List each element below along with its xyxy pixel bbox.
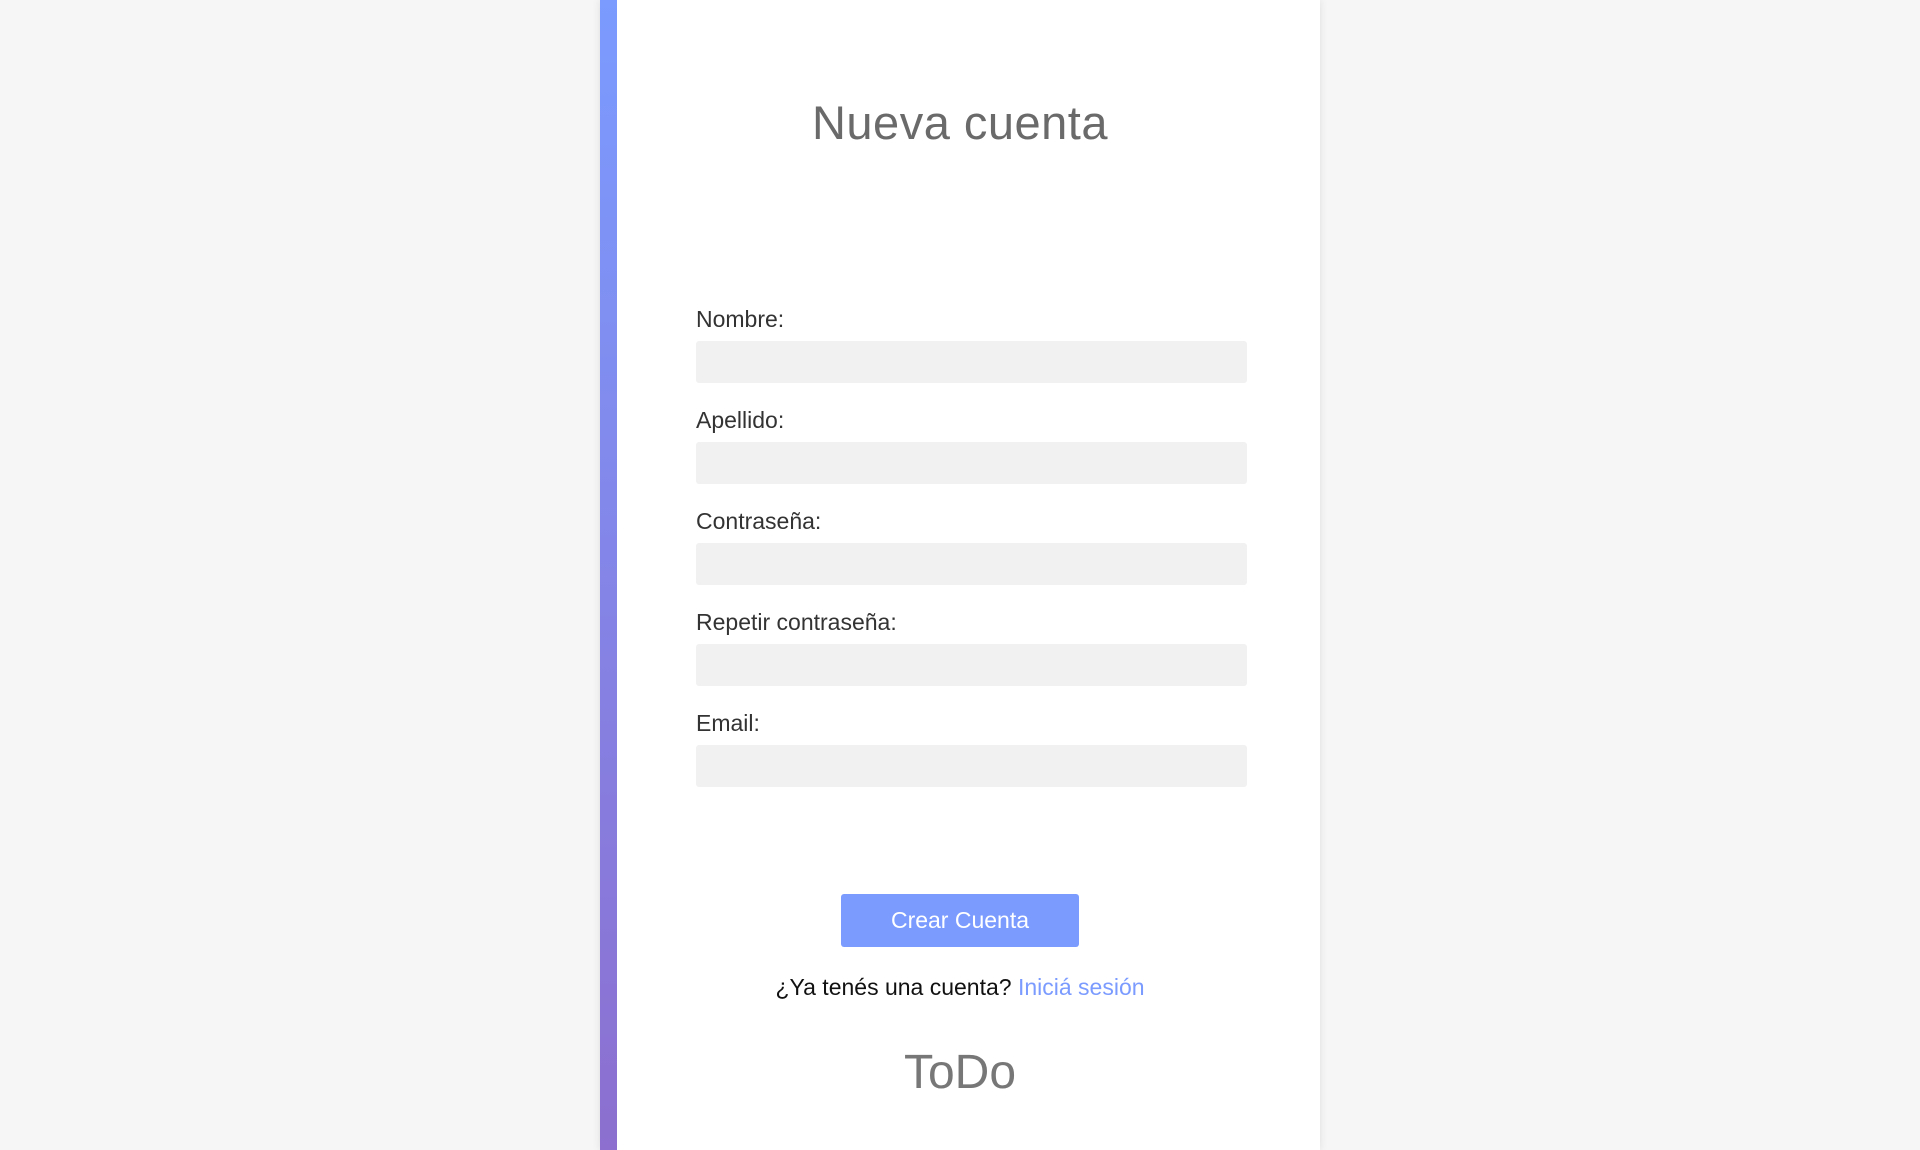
email-input[interactable] (696, 745, 1247, 787)
email-label: Email: (696, 710, 760, 736)
signup-card: Nueva cuenta Nombre: Apellido: Contraseñ… (600, 0, 1320, 1150)
field-contrasena: Contraseña: (696, 507, 1247, 585)
crear-cuenta-button[interactable]: Crear Cuenta (841, 894, 1079, 947)
field-repetir-contrasena: Repetir contraseña: (696, 608, 1247, 686)
field-nombre: Nombre: (696, 305, 1247, 383)
field-email: Email: (696, 709, 1247, 787)
login-prompt-text: ¿Ya tenés una cuenta? (775, 974, 1018, 1000)
nombre-input[interactable] (696, 341, 1247, 383)
apellido-label: Apellido: (696, 407, 785, 433)
nombre-label: Nombre: (696, 306, 785, 332)
repetir-contrasena-input[interactable] (696, 644, 1247, 686)
repetir-contrasena-label: Repetir contraseña: (696, 609, 897, 635)
signup-form: Nombre: Apellido: Contraseña: Repetir co… (696, 305, 1247, 810)
iniciar-sesion-link[interactable]: Iniciá sesión (1018, 974, 1145, 1000)
contrasena-label: Contraseña: (696, 508, 822, 534)
brand-logo-text: ToDo (903, 1046, 1017, 1099)
login-prompt-line: ¿Ya tenés una cuenta? Iniciá sesión (600, 974, 1320, 1001)
contrasena-input[interactable] (696, 543, 1247, 585)
apellido-input[interactable] (696, 442, 1247, 484)
field-apellido: Apellido: (696, 406, 1247, 484)
page-title: Nueva cuenta (811, 96, 1109, 149)
